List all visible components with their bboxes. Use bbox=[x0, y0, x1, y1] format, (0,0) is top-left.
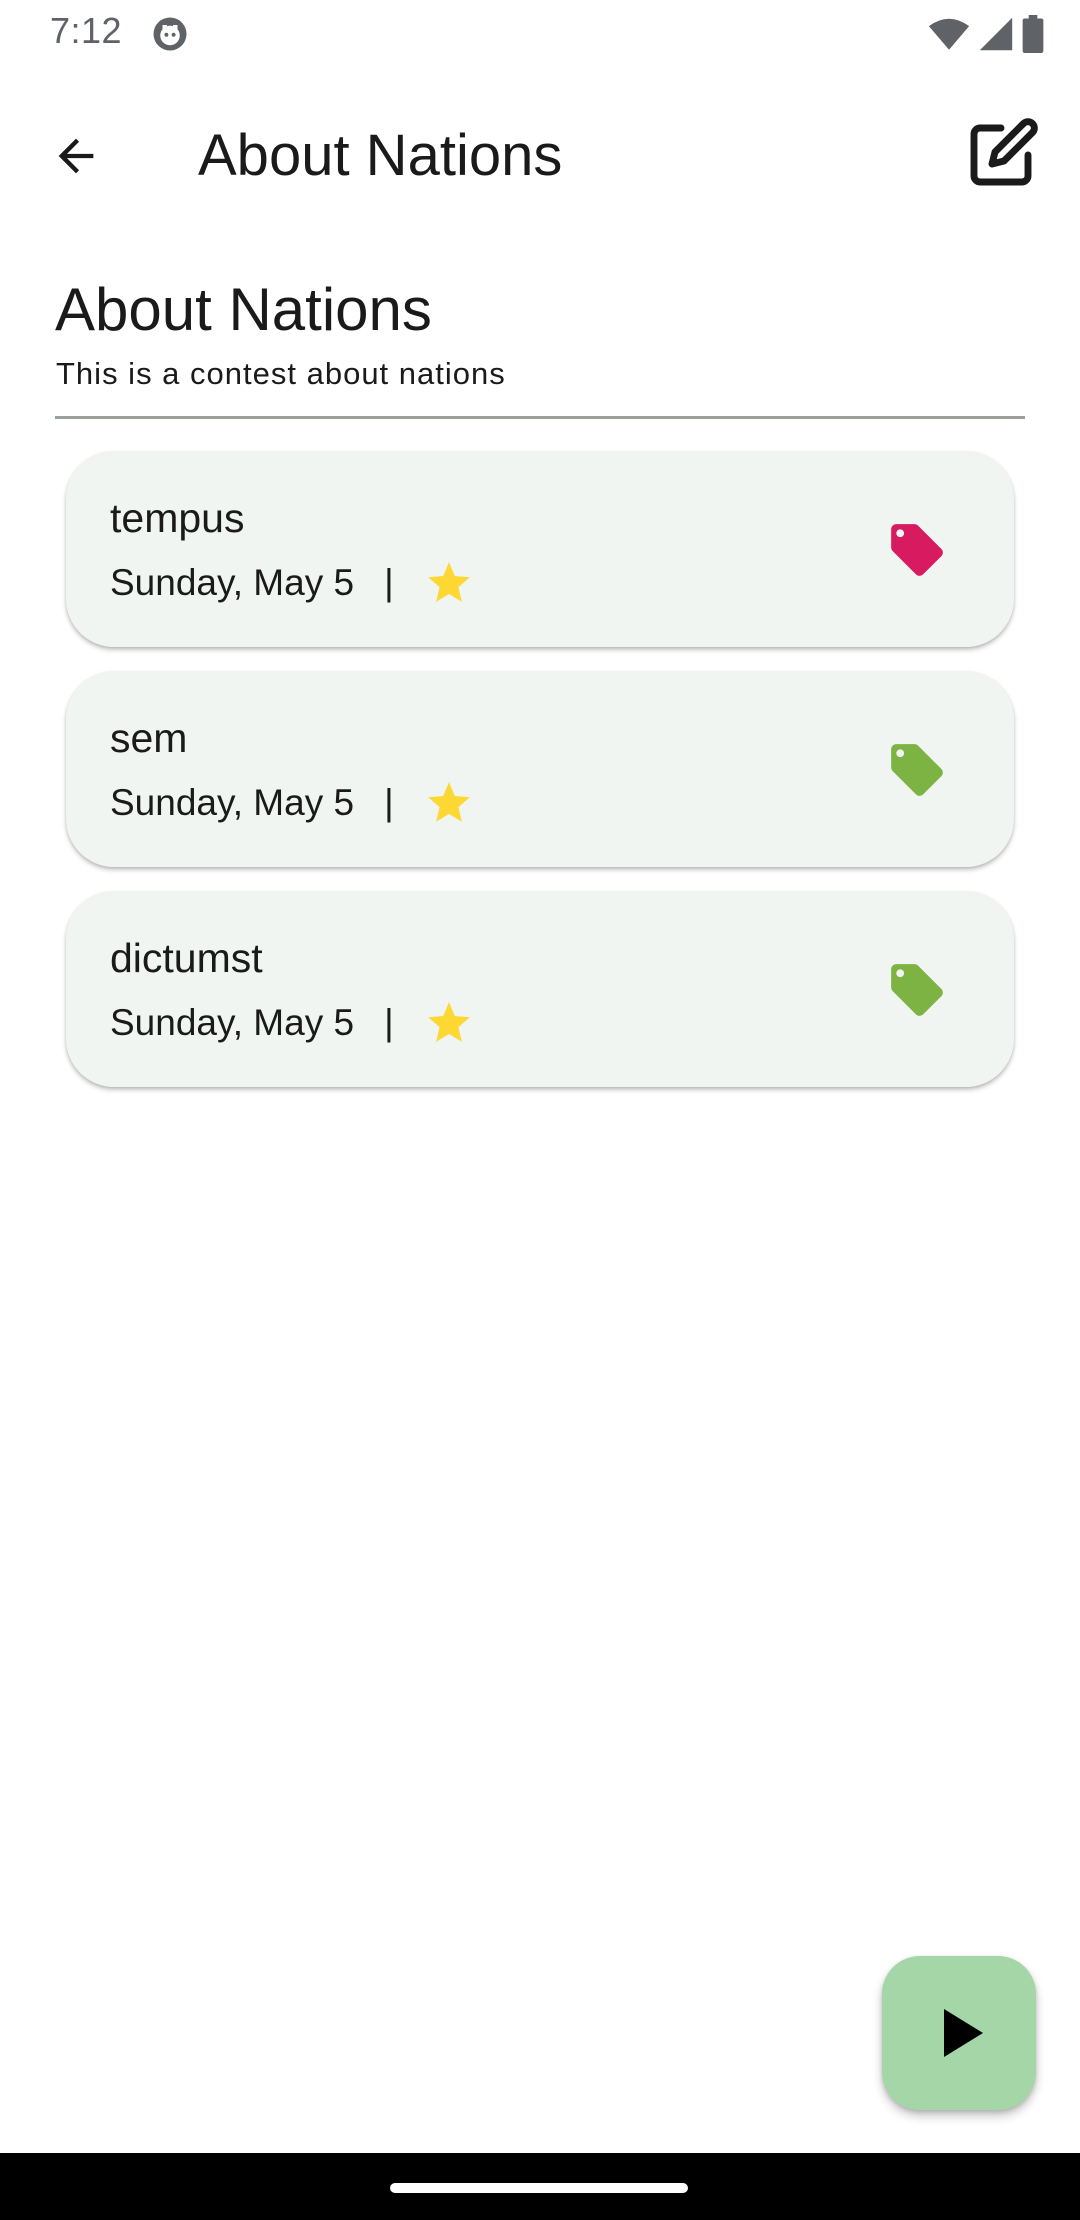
status-bar: 7:12 bbox=[0, 0, 1080, 66]
status-time: 7:12 bbox=[50, 10, 123, 51]
tag-icon bbox=[891, 964, 943, 1016]
item-meta: Sunday, May 5 | bbox=[110, 998, 474, 1048]
android-debug-icon bbox=[153, 17, 187, 51]
divider bbox=[55, 416, 1025, 419]
status-icons bbox=[928, 14, 1044, 54]
star-icon bbox=[427, 1002, 470, 1042]
contest-title: About Nations bbox=[55, 276, 432, 343]
list-item[interactable]: sem Sunday, May 5 | bbox=[66, 671, 1014, 867]
item-name: tempus bbox=[110, 495, 245, 541]
system-navigation-bar bbox=[0, 2153, 1080, 2220]
arrow-back-icon bbox=[58, 138, 94, 174]
star-icon bbox=[427, 782, 470, 822]
list-item[interactable]: dictumst Sunday, May 5 | bbox=[66, 891, 1014, 1087]
play-icon bbox=[944, 2009, 983, 2057]
battery-icon bbox=[1022, 15, 1044, 53]
item-date: Sunday, May 5 bbox=[110, 782, 355, 823]
home-gesture-handle[interactable] bbox=[390, 2183, 688, 2193]
contest-description: This is a contest about nations bbox=[56, 356, 506, 391]
screen: 7:12 About Nations About Nations This is… bbox=[0, 0, 1080, 2220]
item-separator: | bbox=[384, 1002, 394, 1043]
edit-icon bbox=[970, 118, 1038, 186]
item-name: dictumst bbox=[110, 935, 263, 981]
cellular-signal-icon bbox=[979, 17, 1013, 51]
item-list: tempus Sunday, May 5 | sem Sunday, May 5… bbox=[66, 451, 1014, 1111]
wifi-icon bbox=[928, 18, 970, 50]
play-button[interactable] bbox=[882, 1956, 1036, 2110]
item-date: Sunday, May 5 bbox=[110, 562, 355, 603]
app-bar-title: About Nations bbox=[198, 123, 563, 188]
tag-icon bbox=[891, 744, 943, 796]
list-item[interactable]: tempus Sunday, May 5 | bbox=[66, 451, 1014, 647]
tag-icon bbox=[891, 524, 943, 576]
item-separator: | bbox=[384, 562, 394, 603]
app-bar: About Nations bbox=[0, 66, 1080, 218]
star-icon bbox=[427, 562, 470, 602]
item-meta: Sunday, May 5 | bbox=[110, 558, 474, 608]
item-separator: | bbox=[384, 782, 394, 823]
back-button[interactable] bbox=[28, 108, 124, 204]
item-name: sem bbox=[110, 715, 188, 761]
item-date: Sunday, May 5 bbox=[110, 1002, 355, 1043]
item-meta: Sunday, May 5 | bbox=[110, 778, 474, 828]
edit-button[interactable] bbox=[954, 102, 1054, 202]
